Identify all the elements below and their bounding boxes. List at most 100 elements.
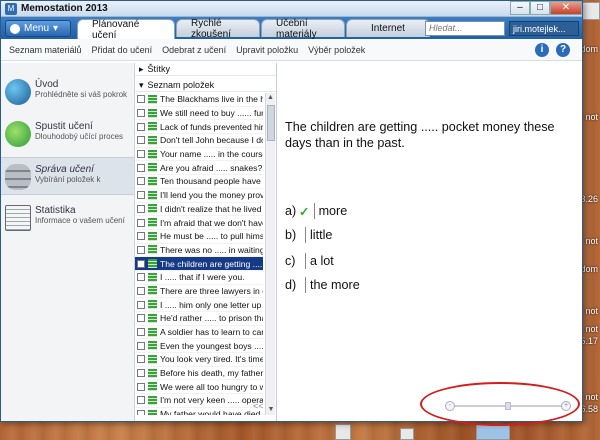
answer-option-a[interactable]: a) ✓ more [285,203,347,219]
collapse-button[interactable]: << [253,401,264,411]
list-scrollbar[interactable]: ▲ ▼ [265,93,275,415]
help-icon[interactable]: ? [556,43,570,57]
search-input[interactable]: Hledat... [425,21,505,36]
toolbar-material-list[interactable]: Seznam materiálů [9,45,82,55]
toolbar-select-items[interactable]: Výběr položek [308,45,365,55]
scroll-up-icon[interactable]: ▲ [266,93,275,103]
sidebar-item-title: Úvod [35,79,59,90]
list-item[interactable]: I'm afraid that we don't have an... [135,216,263,230]
user-account[interactable]: jiri.motejlek... [509,21,579,36]
item-text: Ten thousand people have bee... [160,176,263,187]
info-icon[interactable]: i [535,43,549,57]
answer-option-d[interactable]: d) the more [285,277,360,293]
item-checkbox[interactable] [137,163,145,172]
question-text: The children are getting ..... pocket mo… [285,120,555,150]
list-item[interactable]: I didn't realize that he lived ..... [135,203,263,217]
list-item[interactable]: We were all too hungry to wait ... [135,380,263,395]
item-checkbox[interactable] [137,95,145,104]
item-checkbox[interactable] [137,136,145,145]
item-checkbox[interactable] [137,273,145,282]
close-icon[interactable]: ✕ [550,1,582,15]
list-item[interactable]: I'm not very keen ..... opera. [135,394,263,408]
sidebar-item-subtitle: Dlouhodobý učící proces [35,132,124,141]
item-type-icon [148,395,157,405]
sidebar-item-statistics[interactable]: Statistika Informace o vašem učení [1,199,134,237]
item-checkbox[interactable] [137,245,145,254]
tags-header[interactable]: ▸ Štítky [135,63,276,76]
item-checkbox[interactable] [137,382,145,391]
list-item[interactable]: Are you afraid ..... snakes? [135,161,263,176]
list-item[interactable]: A soldier has to learn to carry .... [135,326,263,340]
menu-button[interactable]: Menu ▾ [5,20,71,37]
item-checkbox[interactable] [137,300,145,309]
item-checkbox[interactable] [137,122,145,131]
item-checkbox[interactable] [137,218,145,227]
item-checkbox[interactable] [137,191,145,200]
list-item[interactable]: Your name ..... in the course of... [135,148,263,162]
sidebar-item-start-learning[interactable]: Spustit učení Dlouhodobý učící proces [1,115,134,153]
item-checkbox[interactable] [137,259,145,268]
items-header[interactable]: ▾ Seznam položek [135,79,276,92]
list-item[interactable]: The Blackhams live in the house ... [135,93,263,107]
answer-option-b[interactable]: b) little [285,227,332,243]
item-checkbox[interactable] [137,150,145,159]
item-checkbox[interactable] [137,328,145,337]
toolbar-add-to-learning[interactable]: Přidat do učení [92,45,153,55]
scroll-down-icon[interactable]: ▼ [266,405,276,415]
sidebar-item-intro[interactable]: Úvod Prohlédněte si váš pokrok [1,73,134,111]
item-checkbox[interactable] [137,232,145,241]
tab-internet[interactable]: Internet [346,19,430,37]
list-item[interactable]: I ..... him only one letter up to ... [135,298,263,312]
list-item[interactable]: We still need to buy ...... furnitu... [135,107,263,121]
item-checkbox[interactable] [137,341,145,350]
desktop-file-icon[interactable] [400,428,414,440]
list-item[interactable]: Don't tell John because I don't ... [135,134,263,148]
item-checkbox[interactable] [137,177,145,186]
scroll-thumb[interactable] [267,105,275,141]
tab-planned-learning[interactable]: Plánované učení [77,19,175,41]
toolbar: Seznam materiálů Přidat do učení Odebrat… [1,39,582,61]
menu-label: Menu [24,23,50,34]
sidebar-item-manage-learning[interactable]: Správa učení Vybírání položek k [1,157,134,195]
list-item[interactable]: You look very tired. It's time you... [135,353,263,367]
list-item[interactable]: There are three lawyers in our f... [135,285,263,299]
desktop-file-icon[interactable] [580,2,600,20]
item-checkbox[interactable] [137,314,145,323]
list-item[interactable]: There was no ..... in waiting lon... [135,244,263,258]
item-checkbox[interactable] [137,204,145,213]
list-item[interactable]: I'll lend you the money provided... [135,189,263,203]
item-checkbox[interactable] [137,109,145,118]
answer-option-c[interactable]: c) a lot [285,253,334,269]
item-checkbox[interactable] [137,396,145,405]
item-type-icon [148,313,157,323]
item-checkbox[interactable] [137,410,145,415]
list-item[interactable]: He'd rather ..... to prison than ... [135,312,263,326]
list-item[interactable]: Lack of funds prevented him ..... [135,120,263,135]
answer-divider [313,203,315,219]
list-item[interactable]: I ..... that if I were you. [135,271,263,285]
tab-learning-materials[interactable]: Učební materiály [261,17,345,40]
maximize-icon[interactable]: □ [530,1,550,15]
item-type-icon [148,108,157,118]
minimize-icon[interactable]: – [510,1,530,15]
app-icon: M [5,2,17,15]
desktop-file-icon[interactable] [335,424,351,440]
toolbar-edit-item[interactable]: Upravit položku [236,45,298,55]
list-item[interactable]: Ten thousand people have bee... [135,175,263,189]
window-controls: – □ ✕ [510,1,582,17]
desktop-folder-icon[interactable] [476,424,510,440]
item-checkbox[interactable] [137,286,145,295]
item-text: I'm not very keen ..... opera. [160,395,263,406]
item-text: Don't tell John because I don't ... [160,135,263,146]
item-text: You look very tired. It's time you... [160,354,263,365]
list-item[interactable]: Before his death, my father sai... [135,367,263,381]
item-checkbox[interactable] [137,355,145,364]
tab-quick-test[interactable]: Rychlé zkoušení [176,18,260,40]
list-item[interactable]: He must be ..... to pull himself t... [135,230,263,244]
tab-label: Učební materiály [276,17,317,40]
list-item[interactable]: Even the youngest boys ..... se... [135,339,263,354]
list-item[interactable]: The children are getting ..... po... [135,257,263,271]
list-item[interactable]: My father would have died if th... [135,408,263,415]
toolbar-remove-from-learning[interactable]: Odebrat z učení [162,45,226,55]
item-checkbox[interactable] [137,369,145,378]
